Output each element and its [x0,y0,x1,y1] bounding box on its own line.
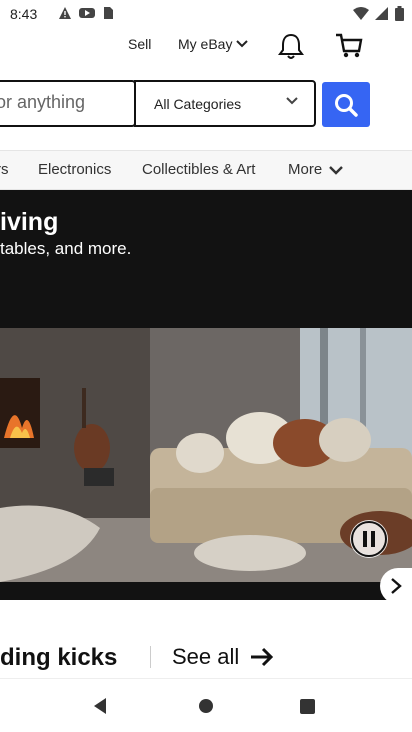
tab-more[interactable]: More [288,161,344,178]
category-value: All Categories [154,96,242,112]
category-tabs: rs Electronics Collectibles & Art More [0,150,412,190]
search-input[interactable]: or anything [0,80,136,127]
sim-icon [104,7,113,19]
see-all-link[interactable]: See all [172,644,275,670]
top-header: Sell My eBay [0,28,412,68]
see-all-label: See all [172,644,240,669]
tab-partial[interactable]: rs [0,161,9,178]
search-placeholder: or anything [0,92,86,112]
search-icon [335,93,358,117]
system-nav-bar [0,678,412,732]
section-title: ding kicks [0,644,118,671]
section-header: ding kicks See all [0,636,412,676]
cart-icon [336,33,363,58]
chevron-down-icon [286,97,298,105]
search-button[interactable] [322,82,370,127]
pause-icon [351,521,387,557]
section-divider [150,646,151,668]
home-icon[interactable] [199,699,213,713]
status-right-icons [353,6,404,21]
chevron-down-icon [329,165,344,175]
status-time: 8:43 [10,6,38,22]
carousel-next-button[interactable] [380,568,412,600]
tab-collectibles-art[interactable]: Collectibles & Art [142,161,255,178]
cart-button[interactable] [334,30,364,65]
wifi-icon [353,6,369,20]
notifications-button[interactable] [278,32,304,65]
signal-icon [375,6,388,20]
bell-icon [278,33,304,59]
status-bar: 8:43 [0,0,412,28]
chevron-right-icon [391,578,402,594]
my-ebay-label: My eBay [178,36,233,52]
battery-icon [395,6,404,21]
sell-link[interactable]: Sell [128,36,151,52]
tab-more-label: More [288,161,323,178]
screen: 8:43 Sell My eBay or anything All Catego… [0,0,412,732]
hero-subtitle: tables, and more. [0,239,132,258]
status-left-icons [58,6,114,20]
tab-electronics[interactable]: Electronics [38,161,111,178]
recent-apps-icon[interactable] [300,699,315,714]
back-icon[interactable] [92,697,108,715]
alert-icon [59,7,71,19]
category-select[interactable]: All Categories [134,80,316,127]
hero-title: iving [0,208,59,236]
arrow-right-icon [251,647,274,667]
chevron-down-icon [236,40,249,48]
search-row: or anything All Categories [0,80,412,128]
my-ebay-menu[interactable]: My eBay [178,36,249,52]
carousel-pause-button[interactable] [350,520,388,558]
media-icon [79,8,95,18]
